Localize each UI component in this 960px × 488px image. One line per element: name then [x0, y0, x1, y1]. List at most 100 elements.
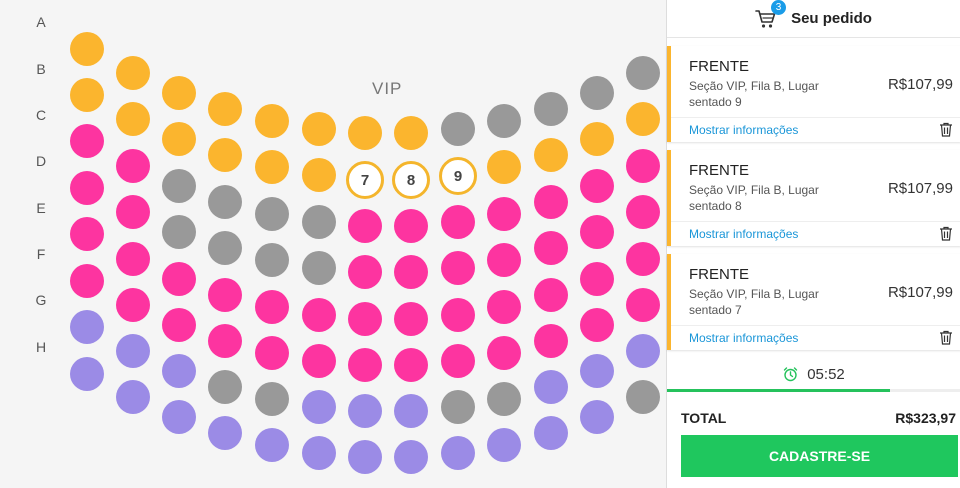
- seat[interactable]: [441, 344, 475, 378]
- seat[interactable]: [302, 112, 336, 146]
- seat[interactable]: [116, 149, 150, 183]
- seat[interactable]: [208, 324, 242, 358]
- seat[interactable]: [487, 336, 521, 370]
- seat[interactable]: [208, 138, 242, 172]
- seat[interactable]: [534, 416, 568, 450]
- trash-icon[interactable]: [939, 330, 953, 345]
- show-info-link[interactable]: Mostrar informações: [671, 325, 960, 349]
- order-panel: 3 Seu pedido FRENTE Seção VIP, Fila B, L…: [666, 0, 960, 488]
- seat[interactable]: [580, 169, 614, 203]
- seat[interactable]: [70, 124, 104, 158]
- seat[interactable]: [487, 290, 521, 324]
- seat[interactable]: [302, 158, 336, 192]
- seat[interactable]: [348, 440, 382, 474]
- seat[interactable]: [441, 205, 475, 239]
- seat[interactable]: [116, 102, 150, 136]
- show-info-link[interactable]: Mostrar informações: [671, 221, 960, 245]
- seat[interactable]: [580, 215, 614, 249]
- selected-seat-7[interactable]: 7: [346, 161, 384, 199]
- seat[interactable]: [255, 290, 289, 324]
- seat[interactable]: [70, 264, 104, 298]
- seat[interactable]: [348, 348, 382, 382]
- seat[interactable]: [162, 308, 196, 342]
- seat[interactable]: [208, 278, 242, 312]
- seat[interactable]: [487, 150, 521, 184]
- seat[interactable]: [534, 185, 568, 219]
- seat[interactable]: [394, 394, 428, 428]
- seat[interactable]: [116, 56, 150, 90]
- seat[interactable]: [626, 195, 660, 229]
- show-info-link[interactable]: Mostrar informações: [671, 117, 960, 141]
- seat[interactable]: [394, 209, 428, 243]
- seat[interactable]: [162, 400, 196, 434]
- seat[interactable]: [255, 428, 289, 462]
- order-item-type: FRENTE: [689, 266, 749, 283]
- seat[interactable]: [70, 171, 104, 205]
- seat[interactable]: [487, 243, 521, 277]
- selected-seat-9[interactable]: 9: [439, 157, 477, 195]
- seat[interactable]: [394, 255, 428, 289]
- seat[interactable]: [208, 416, 242, 450]
- seat[interactable]: [394, 348, 428, 382]
- seat[interactable]: [534, 370, 568, 404]
- seat[interactable]: [580, 308, 614, 342]
- seat[interactable]: [116, 242, 150, 276]
- seat[interactable]: [70, 32, 104, 66]
- seat[interactable]: [626, 288, 660, 322]
- seat[interactable]: [116, 195, 150, 229]
- seat[interactable]: [70, 217, 104, 251]
- seat[interactable]: [348, 394, 382, 428]
- seat[interactable]: [70, 78, 104, 112]
- seat-unavailable: [208, 231, 242, 265]
- seat[interactable]: [487, 428, 521, 462]
- seat[interactable]: [255, 336, 289, 370]
- cart-icon[interactable]: 3: [755, 0, 787, 29]
- seat[interactable]: [394, 440, 428, 474]
- seat[interactable]: [302, 436, 336, 470]
- seat[interactable]: [162, 262, 196, 296]
- seat[interactable]: [302, 390, 336, 424]
- seat[interactable]: [70, 310, 104, 344]
- seat[interactable]: [441, 251, 475, 285]
- trash-icon[interactable]: [939, 122, 953, 137]
- register-button[interactable]: CADASTRE-SE: [681, 435, 958, 477]
- seat[interactable]: [348, 302, 382, 336]
- seat[interactable]: [348, 116, 382, 150]
- seat[interactable]: [534, 278, 568, 312]
- seat[interactable]: [116, 288, 150, 322]
- seat[interactable]: [208, 92, 242, 126]
- seat[interactable]: [70, 357, 104, 391]
- seat[interactable]: [116, 334, 150, 368]
- seat[interactable]: [255, 104, 289, 138]
- seat[interactable]: [534, 324, 568, 358]
- seat[interactable]: [580, 122, 614, 156]
- seat[interactable]: [534, 231, 568, 265]
- seat[interactable]: [162, 354, 196, 388]
- seat[interactable]: [441, 298, 475, 332]
- seat[interactable]: [580, 400, 614, 434]
- seat[interactable]: [162, 76, 196, 110]
- seat[interactable]: [302, 344, 336, 378]
- seat-unavailable: [302, 205, 336, 239]
- trash-icon[interactable]: [939, 226, 953, 241]
- seat[interactable]: [487, 197, 521, 231]
- selected-seat-8[interactable]: 8: [392, 161, 430, 199]
- seat[interactable]: [626, 242, 660, 276]
- seat[interactable]: [626, 334, 660, 368]
- seat[interactable]: [394, 116, 428, 150]
- seat[interactable]: [255, 150, 289, 184]
- seat[interactable]: [348, 209, 382, 243]
- seat[interactable]: [580, 354, 614, 388]
- seat[interactable]: [162, 122, 196, 156]
- seat[interactable]: [534, 138, 568, 172]
- seat[interactable]: [441, 436, 475, 470]
- order-item-price: R$107,99: [887, 180, 953, 197]
- seat[interactable]: [626, 149, 660, 183]
- seat[interactable]: [394, 302, 428, 336]
- seat[interactable]: [626, 102, 660, 136]
- seat[interactable]: [348, 255, 382, 289]
- seat[interactable]: [302, 298, 336, 332]
- seat[interactable]: [116, 380, 150, 414]
- seat[interactable]: [580, 262, 614, 296]
- order-item-description: Seção VIP, Fila B, Lugar sentado 9: [689, 79, 819, 109]
